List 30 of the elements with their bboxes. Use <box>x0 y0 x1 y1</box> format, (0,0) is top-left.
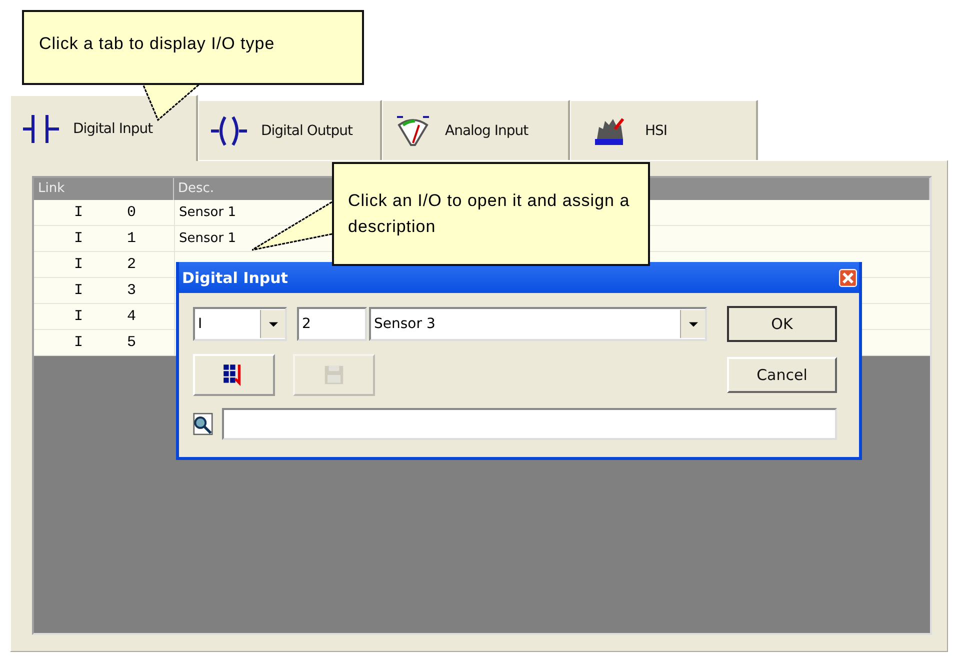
ok-button[interactable]: OK <box>727 306 837 342</box>
import-button[interactable] <box>193 354 275 396</box>
table-cell-text: 5 <box>127 334 136 353</box>
number-field[interactable]: 2 <box>297 307 367 341</box>
callout-pointer <box>142 82 202 122</box>
table-cell-text: 4 <box>127 308 136 327</box>
table-cell: Sensor 1 <box>179 205 236 220</box>
callout: Click an I/O to open it and assign a description <box>332 162 650 266</box>
table-cell-text: I <box>74 308 84 327</box>
table-cell-text: 1 <box>127 230 136 249</box>
table-cell-text: 2 <box>127 256 136 275</box>
table-cell-text: 0 <box>127 204 136 223</box>
search-field[interactable] <box>222 408 837 440</box>
table-cell-text: 3 <box>127 282 136 301</box>
close-icon[interactable] <box>839 268 857 286</box>
table-cell-text: I <box>74 204 84 223</box>
cancel-button[interactable]: Cancel <box>727 357 837 393</box>
table-cell: Sensor 1 <box>179 231 236 246</box>
tab[interactable]: HSI <box>570 100 758 160</box>
table-cell-text: I <box>74 282 84 301</box>
table-cell-text: I <box>74 334 84 353</box>
table-cell-text: I <box>74 230 84 249</box>
caret-icon <box>268 322 278 326</box>
window-title: Digital Input <box>182 268 288 286</box>
caret-icon <box>688 322 698 326</box>
description-dropdown[interactable]: Sensor 3 <box>369 307 707 341</box>
tab[interactable]: Analog Input <box>382 100 570 160</box>
tab[interactable]: Digital Output <box>198 100 382 160</box>
table-cell-text: I <box>74 256 84 275</box>
type-dropdown[interactable]: I <box>193 307 287 341</box>
